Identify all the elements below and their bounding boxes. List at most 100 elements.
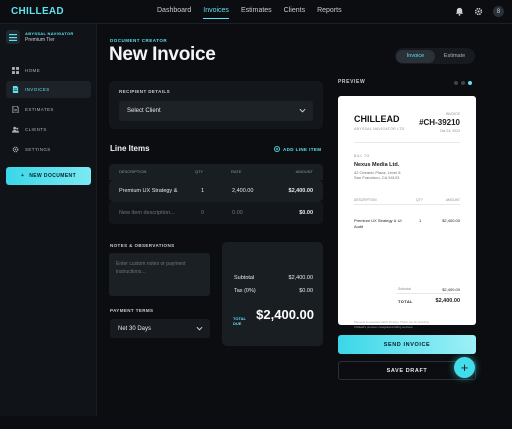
preview-col-description: DESCRIPTION xyxy=(354,198,377,202)
gear-icon xyxy=(12,146,19,153)
total-due-label: TOTAL DUE xyxy=(233,316,246,326)
preview-label: PREVIEW xyxy=(338,79,366,85)
recipient-card: RECIPIENT DETAILS Select Client xyxy=(109,81,323,129)
preview-invoice-label: INVOICE xyxy=(445,112,460,116)
preview-page-dots xyxy=(454,81,472,85)
sidebar-item-settings[interactable]: SETTINGS xyxy=(6,141,91,158)
preview-subtotal-label: Subtotal xyxy=(398,287,411,291)
invoice-preview: CHILLEAD ABYSSAL NAVIGATOR LTD. INVOICE … xyxy=(338,96,476,329)
sidebar-item-home[interactable]: HOME xyxy=(6,62,91,79)
col-qty: QTY xyxy=(195,169,204,174)
sidebar-item-label: INVOICES xyxy=(25,87,50,92)
toggle-estimate[interactable]: Estimate xyxy=(435,50,474,63)
nav-clients[interactable]: Clients xyxy=(284,7,305,14)
page-dot[interactable] xyxy=(454,81,458,85)
tax-row: Tax (0%) $0.00 xyxy=(234,288,313,294)
nav-reports[interactable]: Reports xyxy=(317,7,342,14)
sidebar-item-label: HOME xyxy=(25,68,41,73)
chevron-down-icon xyxy=(196,326,203,331)
row-description[interactable]: Premium UX Strategy & xyxy=(119,188,177,194)
preview-row-amount: $2,400.00 xyxy=(442,218,460,223)
subtotal-value: $2,400.00 xyxy=(288,275,313,281)
total-due-value: $2,400.00 xyxy=(256,307,314,322)
add-line-item-button[interactable]: ADD LINE ITEM xyxy=(274,146,321,152)
recipient-label: RECIPIENT DETAILS xyxy=(119,89,170,94)
preview-date: Oct 24, 2023 xyxy=(439,129,460,133)
page-dot-active[interactable] xyxy=(468,81,472,85)
toggle-invoice[interactable]: Invoice xyxy=(396,49,435,63)
preview-address-2: San Francisco, CA 94103 xyxy=(354,175,400,180)
payment-terms-value: Net 30 Days xyxy=(118,325,152,332)
plus-circle-icon xyxy=(274,146,280,152)
sidebar-item-clients[interactable]: CLIENTS xyxy=(6,121,91,138)
notes-label: NOTES & OBSERVATIONS xyxy=(110,243,175,248)
add-line-item-label: ADD LINE ITEM xyxy=(283,146,322,152)
new-row-description[interactable]: New item description... xyxy=(119,210,175,216)
new-row-qty[interactable]: 0 xyxy=(201,210,204,216)
preview-company: ABYSSAL NAVIGATOR LTD. xyxy=(354,127,406,131)
col-description: DESCRIPTION xyxy=(119,169,147,174)
sidebar-item-label: SETTINGS xyxy=(25,147,51,152)
line-items-title: Line Items xyxy=(110,144,150,153)
row-qty[interactable]: 1 xyxy=(201,188,204,194)
grid-icon xyxy=(12,67,19,74)
nav-invoices[interactable]: Invoices xyxy=(203,7,229,19)
nav-dashboard[interactable]: Dashboard xyxy=(157,7,191,14)
page-dot[interactable] xyxy=(461,81,465,85)
bell-icon[interactable] xyxy=(455,7,464,16)
notes-textarea[interactable]: Enter custom notes or payment instructio… xyxy=(109,253,210,296)
tax-label: Tax (0%) xyxy=(234,288,256,294)
preview-col-amount: AMOUNT xyxy=(445,198,460,202)
sidebar-item-estimates[interactable]: ESTIMATES xyxy=(6,101,91,118)
new-document-label: NEW DOCUMENT xyxy=(29,173,77,179)
preview-total-label: TOTAL xyxy=(398,299,413,304)
divider xyxy=(354,142,460,143)
preview-total-value: $2,400.00 xyxy=(435,298,460,304)
preview-logo: CHILLEAD xyxy=(354,114,400,124)
preview-subtotal-value: $2,400.00 xyxy=(442,287,460,292)
table-row[interactable]: Premium UX Strategy & 1 2,400.00 $2,400.… xyxy=(109,180,323,202)
subtotal-label: Subtotal xyxy=(234,275,255,281)
gear-icon[interactable] xyxy=(474,7,483,16)
app-logo[interactable]: CHILLEAD xyxy=(11,6,64,17)
new-row-rate[interactable]: 0.00 xyxy=(232,210,243,216)
client-select-value: Select Client xyxy=(127,108,161,114)
col-rate: RATE xyxy=(231,169,242,174)
sidebar-item-label: ESTIMATES xyxy=(25,107,54,112)
sidebar: ABYSSAL NAVIGATOR Premium Tier HOME INVO… xyxy=(0,24,97,416)
breadcrumb: DOCUMENT CREATOR xyxy=(110,38,168,43)
doc-type-toggle: Invoice Estimate xyxy=(395,48,475,64)
preview-col-qty: QTY xyxy=(416,198,423,202)
chevron-down-icon xyxy=(299,108,306,113)
row-amount: $2,400.00 xyxy=(288,188,313,194)
preview-row-desc-line2: Audit xyxy=(354,224,364,229)
new-document-button[interactable]: + NEW DOCUMENT xyxy=(6,167,91,185)
preview-footer-1: Payment is expected within 30 days. Than… xyxy=(354,320,430,324)
client-select[interactable]: Select Client xyxy=(119,101,313,121)
total-label-line2: DUE xyxy=(233,321,242,327)
row-rate[interactable]: 2,400.00 xyxy=(232,188,253,194)
preview-bill-to: BILL TO xyxy=(354,154,370,158)
workspace-tier: Premium Tier xyxy=(25,37,55,43)
plus-icon: + xyxy=(20,173,25,179)
sidebar-item-invoices[interactable]: INVOICES xyxy=(6,81,91,98)
preview-row-qty: 1 xyxy=(419,218,422,223)
preview-client: Nexus Media Ltd. xyxy=(354,162,400,168)
user-avatar[interactable]: 8 xyxy=(493,6,504,17)
payment-terms-select[interactable]: Net 30 Days xyxy=(110,319,210,338)
preview-footer-2: Chillead's premium navigational billing … xyxy=(354,325,414,329)
top-bar: CHILLEAD Dashboard Invoices Estimates Cl… xyxy=(0,0,512,24)
document-icon xyxy=(12,86,19,93)
workspace-name: ABYSSAL NAVIGATOR xyxy=(25,31,74,36)
new-row-amount: $0.00 xyxy=(299,210,313,216)
tax-value: $0.00 xyxy=(299,288,313,294)
send-invoice-button[interactable]: SEND INVOICE xyxy=(338,335,476,354)
preview-row-description: Premium UX Strategy & UI Audit xyxy=(354,218,402,230)
nav-estimates[interactable]: Estimates xyxy=(241,7,272,14)
subtotal-row: Subtotal $2,400.00 xyxy=(234,275,313,281)
menu-icon xyxy=(6,30,20,44)
table-row-new[interactable]: New item description... 0 0.00 $0.00 xyxy=(109,202,323,224)
fab-add-button[interactable]: + xyxy=(454,357,475,378)
workspace-switcher[interactable]: ABYSSAL NAVIGATOR Premium Tier xyxy=(6,30,74,44)
divider xyxy=(396,293,460,294)
